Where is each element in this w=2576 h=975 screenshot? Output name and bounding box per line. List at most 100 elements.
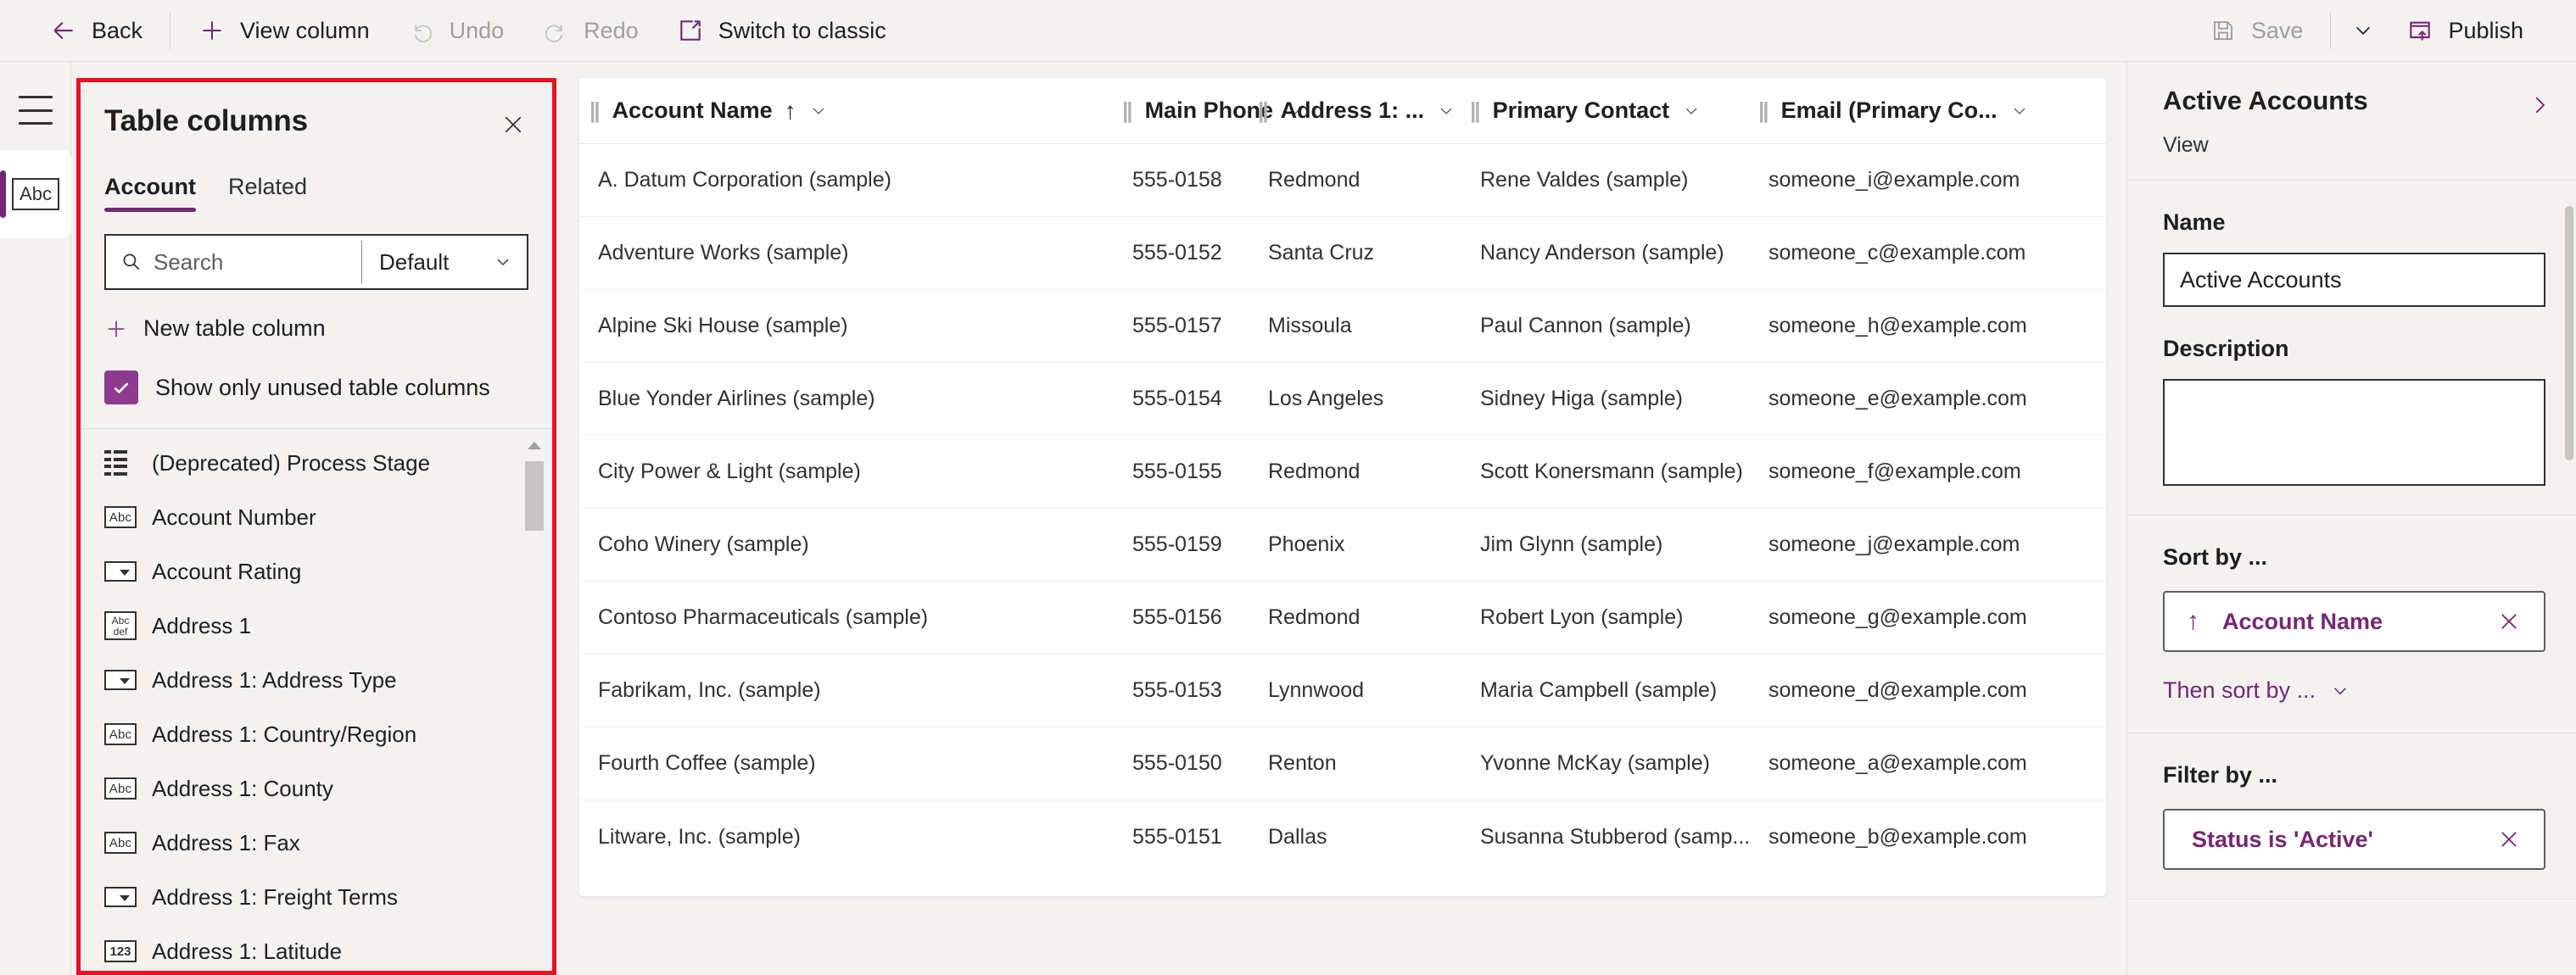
chevron-down-icon <box>2329 680 2351 702</box>
remove-filter-icon[interactable] <box>2489 820 2529 859</box>
column-filter-dropdown[interactable]: Default <box>362 236 527 288</box>
search-input[interactable]: Search <box>106 236 361 288</box>
toolbar-divider-2 <box>2330 12 2332 49</box>
chevron-right-icon[interactable] <box>2518 84 2561 126</box>
list-item-label: Address 1: Fax <box>152 829 300 855</box>
cell-main-phone: 555-0154 <box>1132 387 1222 410</box>
table-row[interactable]: A. Datum Corporation (sample) 555-0158 R… <box>579 144 2106 217</box>
table-row[interactable]: Blue Yonder Airlines (sample) 555-0154 L… <box>579 363 2106 436</box>
column-header-label: Primary Contact <box>1492 98 1670 123</box>
cell-main-phone: 555-0159 <box>1132 532 1222 556</box>
table-columns-list: (Deprecated) Process Stage Abc Account N… <box>81 429 552 971</box>
column-header-main-phone[interactable]: || Main Phone <box>1122 78 1301 144</box>
view-column-button[interactable]: View column <box>179 0 388 61</box>
tab-related[interactable]: Related <box>228 174 307 212</box>
table-row[interactable]: Litware, Inc. (sample) 555-0151 Dallas S… <box>579 800 2106 873</box>
switch-to-classic-button[interactable]: Switch to classic <box>657 0 905 61</box>
scrollbar-thumb[interactable] <box>525 461 544 531</box>
panel-title: Table columns <box>104 104 308 137</box>
list-scrollbar[interactable] <box>525 436 544 966</box>
cell-email: someone_g@example.com <box>1769 605 2027 629</box>
properties-scrollbar[interactable] <box>2565 206 2573 460</box>
list-item[interactable]: Account Rating <box>81 544 552 599</box>
table-row[interactable]: Alpine Ski House (sample) 555-0157 Misso… <box>579 290 2106 363</box>
undo-icon <box>407 16 436 45</box>
tab-account-label: Account <box>104 174 196 199</box>
list-item[interactable]: Address 1: Address Type <box>81 653 552 707</box>
name-field[interactable]: Active Accounts <box>2163 253 2545 307</box>
cell-main-phone: 555-0152 <box>1132 241 1222 265</box>
cell-primary-contact: Scott Konersmann (sample) <box>1480 460 1743 483</box>
list-item-label: Address 1: County <box>152 775 333 801</box>
list-item[interactable]: (Deprecated) Process Stage <box>81 436 552 490</box>
list-item[interactable]: Abc def Address 1 <box>81 599 552 653</box>
view-column-label: View column <box>240 17 370 43</box>
table-columns-panel: Table columns Account Related Search Def… <box>76 78 556 975</box>
column-header-label: Address 1: ... <box>1280 98 1425 123</box>
name-description-section: Name Active Accounts Description <box>2127 181 2576 515</box>
list-item[interactable]: Address 1: Freight Terms <box>81 870 552 924</box>
column-header-primary-contact[interactable]: || Primary Contact <box>1470 78 1758 144</box>
panel-tabs: Account Related <box>81 174 552 212</box>
column-drag-handle-icon: || <box>1470 98 1480 123</box>
column-header-account-name[interactable]: || Account Name ↑ <box>579 78 1122 144</box>
table-row[interactable]: Contoso Pharmaceuticals (sample) 555-015… <box>579 582 2106 655</box>
list-item[interactable]: Abc Address 1: Fax <box>81 816 552 870</box>
undo-button: Undo <box>388 0 523 61</box>
table-row[interactable]: City Power & Light (sample) 555-0155 Red… <box>579 436 2106 509</box>
table-row[interactable]: Fabrikam, Inc. (sample) 555-0153 Lynnwoo… <box>579 655 2106 727</box>
tab-account[interactable]: Account <box>104 174 196 212</box>
sort-ascending-icon: ↑ <box>2187 607 2199 635</box>
column-header-email[interactable]: || Email (Primary Co... <box>1758 78 2098 144</box>
sort-by-label: Sort by ... <box>2163 544 2268 570</box>
multiline-text-icon: Abc def <box>104 611 137 640</box>
cell-email: someone_f@example.com <box>1769 460 2021 483</box>
then-sort-by-button[interactable]: Then sort by ... <box>2163 677 2545 704</box>
new-table-column-button[interactable]: New table column <box>104 315 528 342</box>
list-item[interactable]: 123 Address 1: Latitude <box>81 924 552 971</box>
undo-label: Undo <box>449 17 505 43</box>
list-item-label: Address 1 <box>152 612 252 638</box>
chevron-down-icon[interactable] <box>1681 101 1702 121</box>
left-rail: Abc <box>0 62 71 975</box>
list-item[interactable]: Abc Address 1: Country/Region <box>81 707 552 761</box>
table-row[interactable]: Adventure Works (sample) 555-0152 Santa … <box>579 217 2106 290</box>
sort-pill-account-name[interactable]: ↑ Account Name <box>2163 591 2545 652</box>
search-placeholder: Search <box>154 248 224 275</box>
hamburger-menu-icon[interactable] <box>19 96 53 125</box>
cell-address: Redmond <box>1268 168 1361 192</box>
list-item[interactable]: Abc Address 1: County <box>81 761 552 816</box>
chevron-down-icon[interactable] <box>1436 101 1456 121</box>
publish-button[interactable]: Publish <box>2387 0 2542 61</box>
save-icon <box>2209 16 2238 45</box>
sidebar-item-columns[interactable]: Abc <box>0 150 71 238</box>
open-in-new-window-icon <box>676 16 705 45</box>
cell-email: someone_h@example.com <box>1769 314 2027 337</box>
filter-pill-label: Status is 'Active' <box>2192 826 2373 852</box>
cell-account-name: A. Datum Corporation (sample) <box>598 168 891 192</box>
cell-main-phone: 555-0158 <box>1132 168 1222 192</box>
table-row[interactable]: Fourth Coffee (sample) 555-0150 Renton Y… <box>579 727 2106 800</box>
table-row[interactable]: Coho Winery (sample) 555-0159 Phoenix Ji… <box>579 509 2106 582</box>
cell-address: Redmond <box>1268 605 1361 629</box>
cell-primary-contact: Jim Glynn (sample) <box>1480 532 1663 556</box>
close-icon[interactable] <box>493 104 534 145</box>
redo-icon <box>541 16 570 45</box>
remove-sort-icon[interactable] <box>2489 602 2529 641</box>
chevron-down-icon[interactable] <box>2009 101 2030 121</box>
back-button[interactable]: Back <box>31 0 161 61</box>
cell-account-name: City Power & Light (sample) <box>598 460 861 483</box>
cell-account-name: Litware, Inc. (sample) <box>598 824 801 849</box>
command-bar-left: Back View column Undo Redo Switch to cla… <box>0 0 905 61</box>
show-unused-columns-checkbox[interactable]: Show only unused table columns <box>104 370 528 404</box>
column-header-address-1[interactable]: || Address 1: ... <box>1258 78 1470 144</box>
filter-pill-status[interactable]: Status is 'Active' <box>2163 809 2545 870</box>
description-field[interactable] <box>2163 379 2545 486</box>
chevron-down-icon[interactable] <box>808 101 829 121</box>
page-subtitle: View <box>2163 133 2209 157</box>
cell-account-name: Coho Winery (sample) <box>598 532 809 556</box>
scroll-up-icon[interactable] <box>525 436 544 456</box>
column-drag-handle-icon: || <box>1258 98 1268 123</box>
save-options-chevron-down-icon[interactable] <box>2339 0 2387 61</box>
list-item[interactable]: Abc Account Number <box>81 490 552 544</box>
